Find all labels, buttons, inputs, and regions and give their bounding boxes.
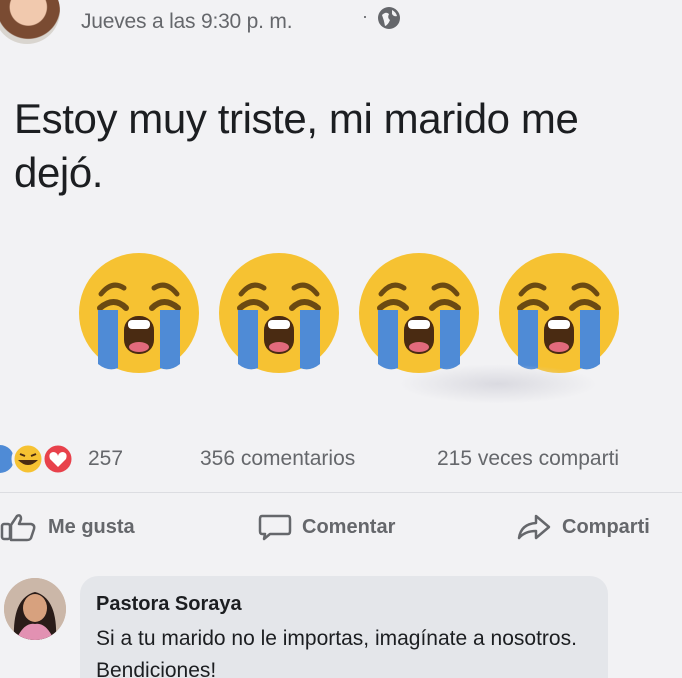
- post-header: Jueves a las 9:30 p. m. ·: [0, 0, 682, 52]
- like-button[interactable]: Me gusta: [0, 505, 135, 549]
- separator-dot: ·: [362, 6, 368, 26]
- loudly-crying-face-icon: [219, 253, 339, 373]
- reaction-icons[interactable]: [0, 442, 86, 476]
- comments-count[interactable]: 356 comentarios: [200, 447, 355, 471]
- like-label: Me gusta: [48, 515, 135, 538]
- loudly-crying-face-icon: [499, 253, 619, 373]
- commenter-name[interactable]: Pastora Soraya: [96, 593, 242, 616]
- emoji-row: [76, 250, 636, 376]
- comment-button[interactable]: Comentar: [258, 505, 395, 549]
- post-stats: 257 356 comentarios 215 veces comparti: [0, 440, 682, 480]
- divider: [0, 492, 682, 493]
- comment-text: Si a tu marido no le importas, imagínate…: [96, 627, 577, 678]
- blurred-area: [398, 364, 598, 404]
- thumbs-up-icon: [0, 514, 36, 542]
- author-avatar[interactable]: [0, 0, 60, 44]
- facebook-post-screenshot: Jueves a las 9:30 p. m. · Estoy muy tris…: [0, 0, 682, 678]
- comment-icon: [258, 514, 292, 541]
- post-text: Estoy muy triste, mi marido me dejó.: [14, 95, 579, 196]
- reaction-count[interactable]: 257: [88, 447, 123, 471]
- haha-reaction-icon: [11, 442, 45, 476]
- post-actions: Me gusta Comentar Comparti: [0, 505, 682, 549]
- commenter-avatar[interactable]: [4, 578, 66, 640]
- share-label: Comparti: [562, 515, 650, 538]
- shares-count[interactable]: 215 veces comparti: [437, 447, 619, 471]
- share-icon: [517, 514, 551, 540]
- post-timestamp[interactable]: Jueves a las 9:30 p. m.: [81, 10, 293, 34]
- share-button[interactable]: Comparti: [516, 505, 650, 549]
- globe-icon: [376, 5, 402, 31]
- comment-label: Comentar: [302, 515, 396, 538]
- loudly-crying-face-icon: [79, 253, 199, 373]
- loudly-crying-face-icon: [359, 253, 479, 373]
